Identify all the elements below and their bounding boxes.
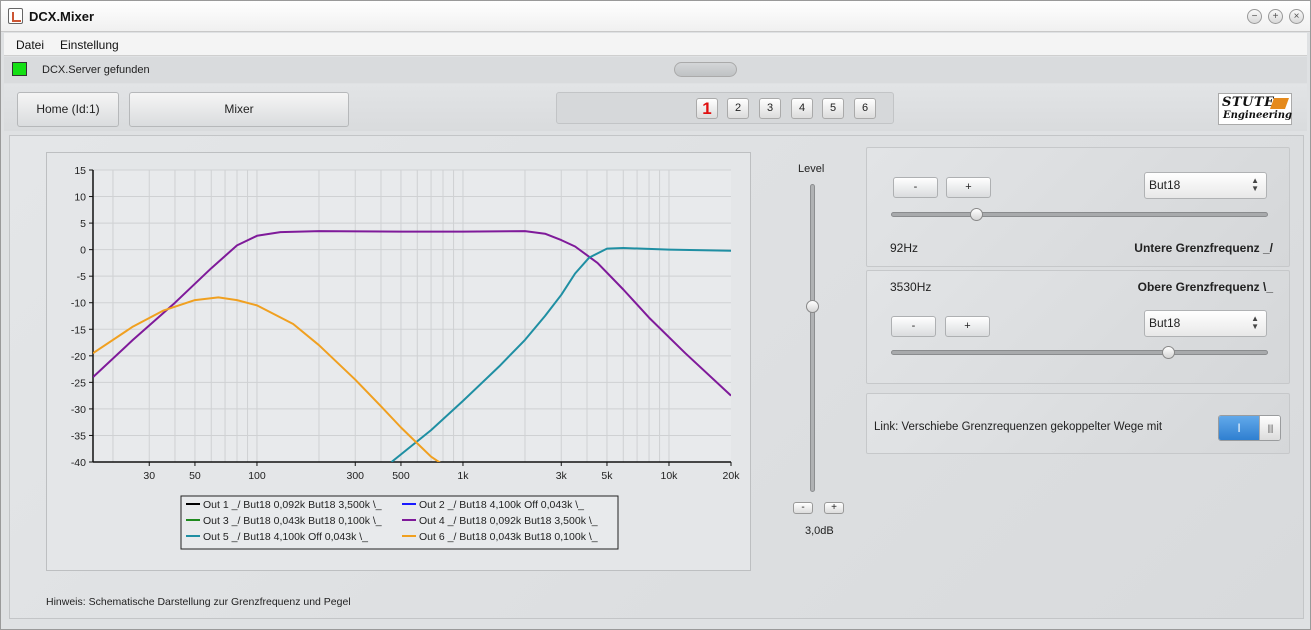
channel-5-button[interactable]: 5: [822, 98, 844, 119]
y-tick-label: -20: [71, 351, 86, 363]
level-minus-button[interactable]: -: [793, 502, 813, 514]
x-tick-label: 3k: [556, 470, 568, 482]
channel-6-button[interactable]: 6: [854, 98, 876, 119]
connection-status-bar: DCX.Server gefunden: [4, 57, 1307, 83]
collapse-handle[interactable]: [674, 62, 737, 77]
select-arrows-icon: ▲ ▼: [1251, 314, 1259, 331]
x-tick-label: 30: [143, 470, 155, 482]
minimize-button[interactable]: −: [1247, 9, 1262, 24]
y-tick-label: -15: [71, 324, 86, 336]
x-tick-label: 5k: [601, 470, 613, 482]
title-bar: DCX.Mixer − + ×: [1, 1, 1310, 32]
lower-slider-thumb[interactable]: [970, 208, 983, 221]
channel-2-button[interactable]: 2: [727, 98, 749, 119]
upper-minus-button[interactable]: -: [891, 316, 936, 337]
y-tick-label: -35: [71, 430, 86, 442]
x-tick-label: 1k: [457, 470, 469, 482]
y-tick-label: 0: [80, 245, 86, 257]
y-tick-label: 15: [74, 165, 86, 177]
level-slider-thumb[interactable]: [806, 300, 819, 313]
x-tick-label: 10k: [661, 470, 679, 482]
level-label: Level: [798, 163, 825, 175]
mixer-button[interactable]: Mixer: [129, 92, 349, 127]
select-arrows-icon: ▲ ▼: [1251, 176, 1259, 193]
toolbar: Home (Id:1) Mixer 1 2 3 4 5 6 STUTE Engi…: [4, 84, 1307, 131]
y-tick-label: -25: [71, 377, 86, 389]
toggle-grip-icon: ||||: [1259, 416, 1280, 440]
legend-entry: Out 3 _/ But18 0,043k But18 0,100k \_: [203, 515, 382, 527]
lower-cutoff-panel: - + But18 ▲ ▼ 92Hz Untere Grenzfrequenz _/: [866, 147, 1290, 267]
menu-datei[interactable]: Datei: [16, 38, 44, 52]
upper-slider-track[interactable]: [891, 350, 1268, 355]
y-tick-label: -5: [77, 271, 86, 283]
y-tick-label: -30: [71, 404, 86, 416]
upper-slider-thumb[interactable]: [1162, 346, 1175, 359]
menu-einstellung[interactable]: Einstellung: [60, 38, 119, 52]
y-tick-label: 5: [80, 218, 86, 230]
link-panel: Link: Verschiebe Grenzrequenzen gekoppel…: [866, 393, 1290, 454]
home-button[interactable]: Home (Id:1): [17, 92, 119, 127]
upper-cutoff-panel: 3530Hz Obere Grenzfrequenz \_ - + But18 ▲…: [866, 270, 1290, 384]
channel-selector: 1 2 3 4 5 6: [556, 92, 894, 124]
upper-filter-select[interactable]: But18 ▲ ▼: [1144, 310, 1267, 337]
app-window: DCX.Mixer − + × Datei Einstellung DCX.Se…: [0, 0, 1311, 630]
level-value: 3,0dB: [805, 525, 834, 537]
channel-4-button[interactable]: 4: [791, 98, 813, 119]
level-slider-track[interactable]: [810, 184, 815, 492]
legend-entry: Out 5 _/ But18 4,100k Off 0,043k \_: [203, 531, 368, 543]
lower-cutoff-title: Untere Grenzfrequenz _/: [1134, 241, 1273, 255]
chart-svg: 151050-5-10-15-20-25-30-35-4030 50 100 300 5…: [71, 165, 741, 550]
connection-led-icon: [12, 62, 27, 76]
y-tick-label: -10: [71, 298, 86, 310]
x-tick-label: 20k: [723, 470, 741, 482]
upper-frequency-value: 3530Hz: [890, 280, 932, 294]
lower-plus-button[interactable]: +: [946, 177, 991, 198]
lower-slider-track[interactable]: [891, 212, 1268, 217]
level-plus-button[interactable]: +: [824, 502, 844, 514]
channel-1-button[interactable]: 1: [696, 98, 718, 119]
upper-cutoff-title: Obere Grenzfrequenz \_: [1137, 280, 1273, 294]
y-tick-label: -40: [71, 457, 86, 469]
legend-entry: Out 4 _/ But18 0,092k But18 3,500k \_: [419, 515, 598, 527]
lower-minus-button[interactable]: -: [893, 177, 938, 198]
lower-filter-select[interactable]: But18 ▲ ▼: [1144, 172, 1267, 199]
legend-entry: Out 2 _/ But18 4,100k Off 0,043k \_: [419, 499, 584, 511]
x-tick-label: 500: [392, 470, 410, 482]
legend-entry: Out 1 _/ But18 0,092k But18 3,500k \_: [203, 499, 382, 511]
maximize-button[interactable]: +: [1268, 9, 1283, 24]
app-icon: [8, 8, 23, 24]
frequency-response-chart: 15 10 5 0 -5 -10 -15 -20 -25 -30 -35 -40 30 50 100 300 5…: [46, 152, 751, 571]
plot-area: [93, 170, 731, 462]
lower-frequency-value: 92Hz: [890, 241, 919, 255]
link-description: Link: Verschiebe Grenzrequenzen gekoppel…: [874, 421, 1163, 433]
hint-text: Hinweis: Schematische Darstellung zur Gr…: [46, 596, 351, 608]
toggle-on-label: I: [1219, 416, 1259, 440]
x-tick-label: 100: [248, 470, 266, 482]
mixer-main-panel: 15 10 5 0 -5 -10 -15 -20 -25 -30 -35 -40 30 50 100 300 5…: [9, 135, 1304, 619]
x-tick-label: 50: [189, 470, 201, 482]
link-toggle[interactable]: I ||||: [1218, 415, 1281, 441]
x-tick-label: 300: [346, 470, 364, 482]
y-tick-label: 10: [74, 192, 86, 204]
legend-entry: Out 6 _/ But18 0,043k But18 0,100k \_: [419, 531, 598, 543]
stute-engineering-logo: STUTE Engineering: [1218, 93, 1292, 125]
connection-status-text: DCX.Server gefunden: [42, 64, 150, 76]
upper-plus-button[interactable]: +: [945, 316, 990, 337]
window-title: DCX.Mixer: [29, 9, 95, 24]
close-button[interactable]: ×: [1289, 9, 1304, 24]
menu-bar: Datei Einstellung: [4, 33, 1307, 56]
channel-3-button[interactable]: 3: [759, 98, 781, 119]
